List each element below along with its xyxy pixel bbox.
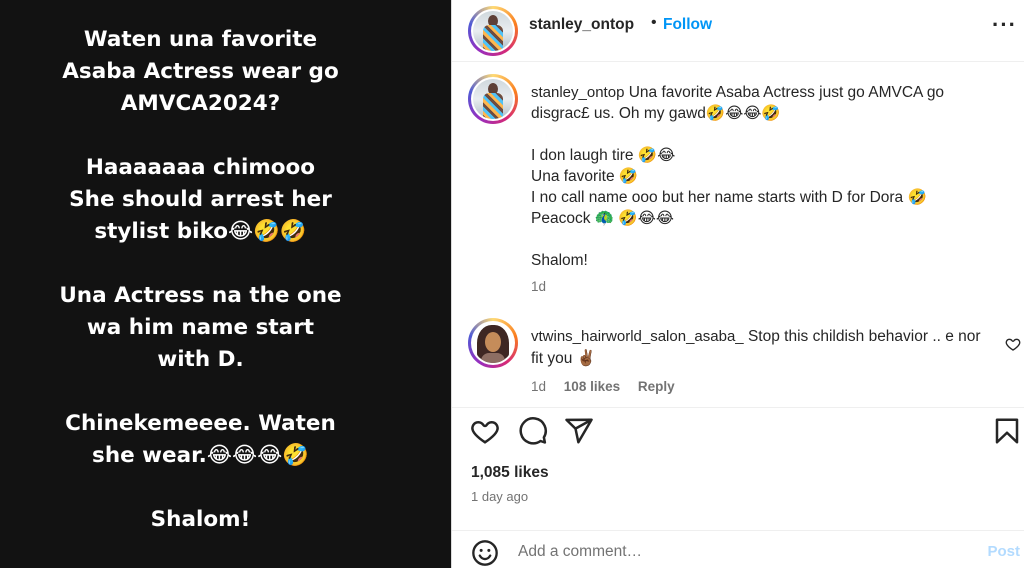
comment-avatar[interactable] xyxy=(468,318,518,368)
media-line: She should arrest her xyxy=(69,187,332,212)
caption-first-line: stanley_ontop Una favorite Asaba Actress… xyxy=(531,82,981,124)
emoji-icon[interactable] xyxy=(471,539,499,567)
comment-timestamp[interactable]: 1d xyxy=(531,379,546,394)
media-line: stylist biko😂🤣🤣 xyxy=(94,219,307,244)
heart-icon[interactable] xyxy=(470,416,500,446)
likes-count[interactable]: 1,085 likes xyxy=(471,464,549,482)
follow-button[interactable]: Follow xyxy=(663,16,712,34)
caption-line: Una favorite 🤣 xyxy=(531,168,639,185)
avatar-border xyxy=(471,77,515,121)
share-icon[interactable] xyxy=(564,416,594,446)
media-line: AMVCA2024? xyxy=(120,91,281,116)
avatar-image xyxy=(473,323,513,363)
add-comment-bar: Post xyxy=(452,530,1024,568)
comment-meta: 1d 108 likes Reply xyxy=(531,379,689,394)
caption-timestamp[interactable]: 1d xyxy=(531,279,546,294)
caption-avatar[interactable] xyxy=(468,74,518,124)
media-line: Chinekemeeee. Waten xyxy=(65,411,336,436)
avatar-figure-face xyxy=(485,332,501,352)
post-age[interactable]: 1 day ago xyxy=(471,489,528,504)
avatar-image xyxy=(473,11,513,51)
media-line: with D. xyxy=(157,347,244,372)
media-line: wa him name start xyxy=(86,315,315,340)
header-avatar[interactable] xyxy=(468,6,518,56)
avatar-figure-body xyxy=(483,25,503,51)
caption-line: I don laugh tire 🤣😂 xyxy=(531,147,676,164)
reply-button[interactable]: Reply xyxy=(638,379,675,394)
caption-username[interactable]: stanley_ontop xyxy=(531,84,624,101)
comment-input[interactable] xyxy=(518,541,938,563)
header-username[interactable]: stanley_ontop xyxy=(529,16,634,34)
avatar-border xyxy=(471,9,515,53)
comment-username[interactable]: vtwins_hairworld_salon_asaba_ xyxy=(531,328,744,345)
comment-like-heart-icon[interactable] xyxy=(1005,336,1021,352)
caption-line: Shalom! xyxy=(531,252,588,269)
post-actions: 1,085 likes 1 day ago xyxy=(452,407,1024,537)
media-paragraph-1: Waten una favorite Asaba Actress wear go… xyxy=(0,24,401,120)
media-line: Haaaaaaa chimooo xyxy=(85,155,316,180)
post-media: Waten una favorite Asaba Actress wear go… xyxy=(0,0,451,568)
avatar-figure-body xyxy=(483,93,503,119)
bookmark-icon[interactable] xyxy=(992,416,1022,446)
media-line: Waten una favorite xyxy=(83,27,318,52)
media-paragraph-2: Haaaaaaa chimooo She should arrest her s… xyxy=(0,152,401,248)
comment-likes[interactable]: 108 likes xyxy=(564,379,620,394)
post-comment-button[interactable]: Post xyxy=(987,543,1020,560)
separator-dot: • xyxy=(651,14,657,31)
media-paragraph-4: Chinekemeeee. Waten she wear.😂😂😂🤣 xyxy=(0,408,401,472)
caption-line: I no call name ooo but her name starts w… xyxy=(531,189,927,227)
more-options-icon[interactable]: ··· xyxy=(992,12,1017,38)
comment-text: vtwins_hairworld_salon_asaba_ Stop this … xyxy=(531,326,981,370)
avatar-image xyxy=(473,79,513,119)
media-paragraph-5: Shalom! xyxy=(0,504,401,536)
media-line: Shalom! xyxy=(150,507,251,532)
comment-icon[interactable] xyxy=(518,416,548,446)
post-details-panel: stanley_ontop • Follow ··· stanley_ontop… xyxy=(451,0,1024,568)
caption-text: stanley_ontop Una favorite Asaba Actress… xyxy=(531,82,981,271)
media-paragraph-3: Una Actress na the one wa him name start… xyxy=(0,280,401,376)
media-line: Una Actress na the one xyxy=(59,283,342,308)
media-line: Asaba Actress wear go xyxy=(62,59,339,84)
comment-item: vtwins_hairworld_salon_asaba_ Stop this … xyxy=(452,318,1024,404)
media-line: she wear.😂😂😂🤣 xyxy=(92,443,309,468)
avatar-figure-dress xyxy=(481,353,505,363)
post-header: stanley_ontop • Follow ··· xyxy=(452,0,1024,62)
avatar-border xyxy=(471,321,515,365)
media-text-overlay: Waten una favorite Asaba Actress wear go… xyxy=(0,24,401,568)
